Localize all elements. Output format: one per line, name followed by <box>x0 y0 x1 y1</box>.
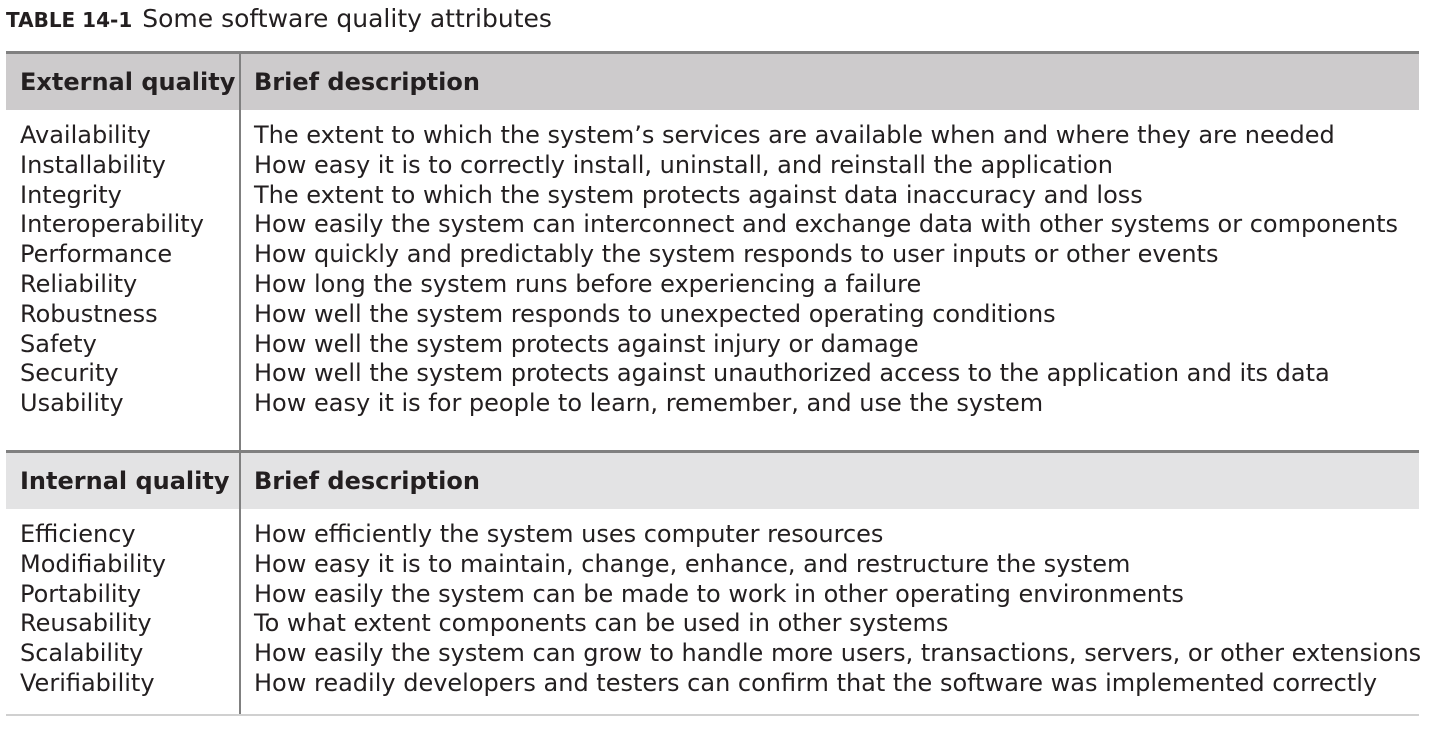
attribute-description: How easily the system can be made to wor… <box>254 579 1184 608</box>
table-row: Reliability How long the system runs befo… <box>6 270 1419 300</box>
table-title: Some software quality attributes <box>142 4 552 33</box>
attribute-name: Scalability <box>20 639 144 668</box>
table-caption: TABLE 14-1 Some software quality attribut… <box>6 2 552 36</box>
attribute-name: Security <box>20 359 119 388</box>
attribute-description: How quickly and predictably the system r… <box>254 240 1219 269</box>
attribute-description: The extent to which the system’s service… <box>254 121 1335 149</box>
attribute-name: Safety <box>20 329 97 358</box>
attribute-name: Verifiability <box>20 668 155 697</box>
table-row: Safety How well the system protects again… <box>6 330 1419 360</box>
attribute-description: How well the system responds to unexpect… <box>254 299 1056 328</box>
column-header-external-quality: External quality <box>20 68 236 96</box>
table-number: TABLE 14-1 <box>6 8 133 32</box>
external-quality-rows: Availability The extent to which the syst… <box>6 121 1419 419</box>
attribute-description: The extent to which the system protects … <box>254 180 1143 209</box>
attribute-name: Interoperability <box>20 210 204 239</box>
attribute-description: How easy it is for people to learn, reme… <box>254 389 1044 418</box>
attribute-description: How well the system protects against inj… <box>254 329 919 358</box>
attribute-name: Installability <box>20 150 166 179</box>
column-header-internal-quality: Internal quality <box>20 467 230 495</box>
table-row: Performance How quickly and predictably t… <box>6 240 1419 270</box>
attribute-name: Robustness <box>20 299 158 328</box>
attribute-description: How easily the system can interconnect a… <box>254 210 1398 239</box>
attribute-description: How easily the system can grow to handle… <box>254 639 1422 668</box>
table-row: Usability How easy it is for people to le… <box>6 389 1419 419</box>
attribute-name: Efficiency <box>20 520 136 548</box>
internal-quality-header: Internal quality Brief description <box>6 453 1419 509</box>
table-row: Efficiency How efficiently the system use… <box>6 520 1419 550</box>
attribute-name: Modifiability <box>20 549 166 578</box>
column-header-description: Brief description <box>254 68 480 96</box>
table-row: Installability How easy it is to correctl… <box>6 151 1419 181</box>
table-row: Robustness How well the system responds t… <box>6 300 1419 330</box>
attribute-description: How easy it is to maintain, change, enha… <box>254 549 1131 578</box>
attribute-description: How easy it is to correctly install, uni… <box>254 150 1113 179</box>
bottom-rule <box>6 714 1419 716</box>
table-row: Availability The extent to which the syst… <box>6 121 1419 151</box>
attribute-description: How long the system runs before experien… <box>254 269 922 298</box>
internal-quality-rows: Efficiency How efficiently the system use… <box>6 520 1422 699</box>
attribute-name: Usability <box>20 389 124 418</box>
attribute-name: Availability <box>20 121 151 149</box>
table-row: Reusability To what extent components can… <box>6 609 1419 639</box>
column-header-description: Brief description <box>254 467 480 495</box>
attribute-description: How well the system protects against una… <box>254 359 1330 388</box>
table-row: Portability How easily the system can be … <box>6 580 1419 610</box>
attribute-description: How readily developers and testers can c… <box>254 668 1378 697</box>
table-row: Integrity The extent to which the system … <box>6 181 1419 211</box>
attribute-name: Reusability <box>20 609 152 638</box>
attribute-name: Portability <box>20 579 142 608</box>
external-quality-header: External quality Brief description <box>6 54 1419 110</box>
attribute-name: Performance <box>20 240 173 269</box>
attribute-description: To what extent components can be used in… <box>254 609 949 638</box>
table-row: Scalability How easily the system can gro… <box>6 639 1422 669</box>
attribute-name: Reliability <box>20 269 138 298</box>
table-row: Security How well the system protects aga… <box>6 359 1419 389</box>
attribute-name: Integrity <box>20 180 122 209</box>
table-row: Interoperability How easily the system ca… <box>6 210 1419 240</box>
attribute-description: How efficiently the system uses computer… <box>254 520 884 548</box>
table-row: Modifiability How easy it is to maintain,… <box>6 550 1419 580</box>
table-row: Verifiability How readily developers and … <box>6 669 1419 699</box>
